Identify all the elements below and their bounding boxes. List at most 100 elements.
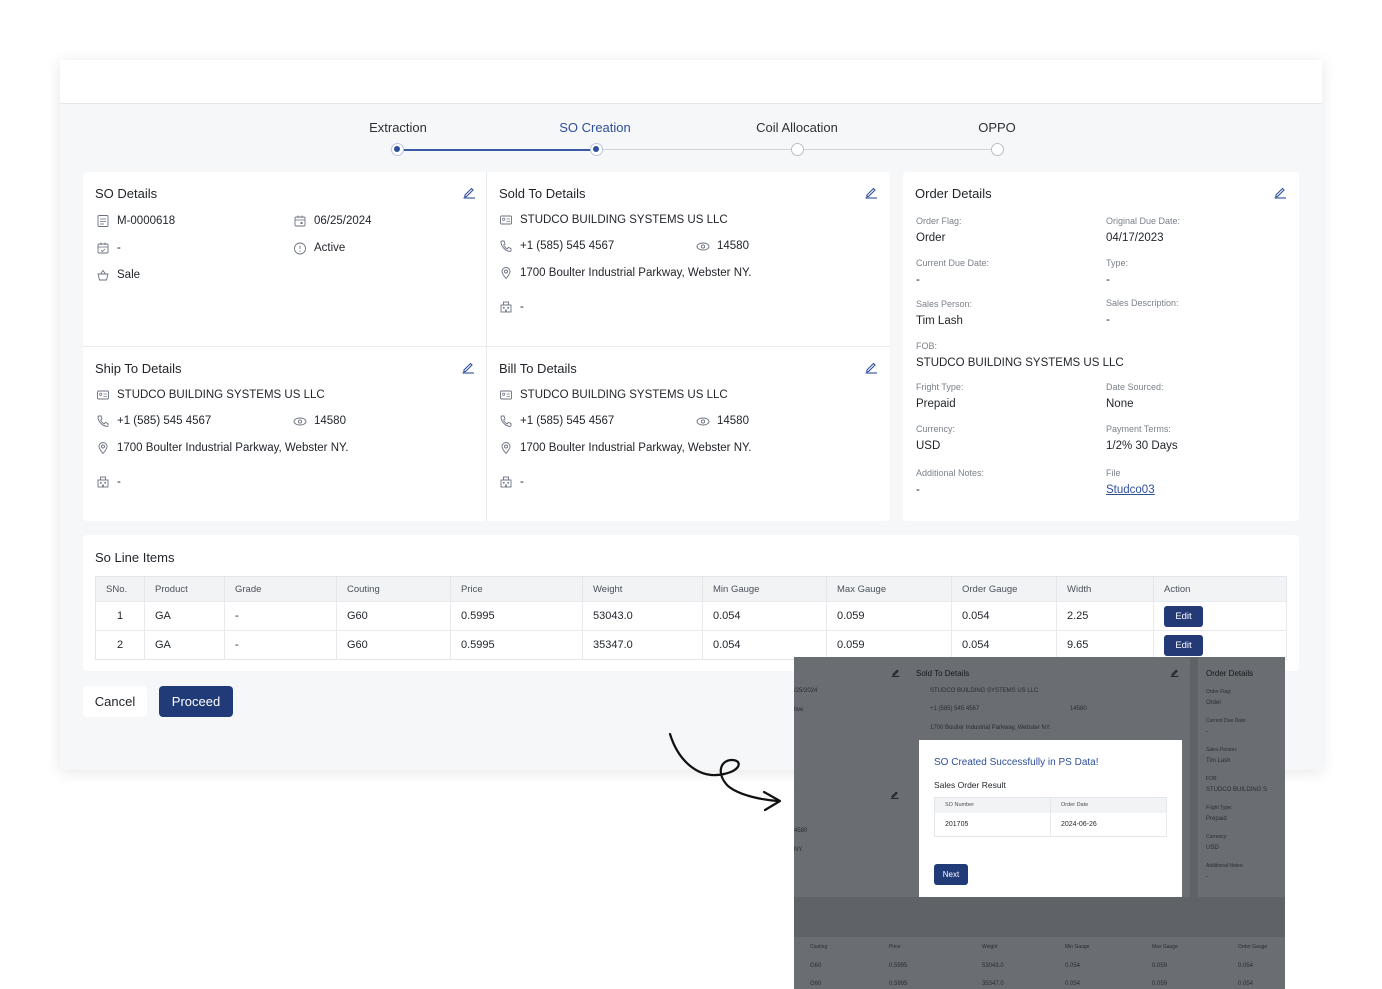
step-extraction-label[interactable]: Extraction xyxy=(318,120,478,135)
eye-icon xyxy=(696,239,710,253)
step-extraction-dot xyxy=(390,143,404,156)
sold-to-title: Sold To Details xyxy=(499,186,586,201)
fob-value: STUDCO BUILDING SYSTEMS US LLC xyxy=(916,357,1124,369)
inset-fright: Prepaid xyxy=(1206,816,1227,822)
sales-person-value: Tim Lash xyxy=(916,315,963,327)
edit-row-button[interactable]: Edit xyxy=(1164,605,1203,627)
column-header: Price xyxy=(450,576,583,602)
phone-icon xyxy=(499,414,513,428)
inset-col: Weight xyxy=(982,944,998,950)
edit-pencil-icon[interactable] xyxy=(864,360,878,374)
cell-weight: 53043.0 xyxy=(582,601,703,631)
edit-pencil-icon[interactable] xyxy=(461,360,475,374)
table-row: 201705 2024-06-26 xyxy=(934,812,1167,837)
ship-to-phone-row: +1 (585) 545 4567 xyxy=(96,414,211,428)
top-bar xyxy=(60,60,1322,104)
modal-title: SO Created Successfully in PS Data! xyxy=(934,757,1099,768)
sold-to-extra: - xyxy=(520,301,524,313)
column-header: SO Number xyxy=(934,797,1051,813)
original-due-value: 04/17/2023 xyxy=(1106,232,1164,244)
edit-row-button[interactable]: Edit xyxy=(1164,634,1203,656)
inset-sold-phone: +1 (585) 545 4567 xyxy=(930,706,980,712)
bill-to-company-row: STUDCO BUILDING SYSTEMS US LLC xyxy=(499,388,728,402)
inset-sold-title: Sold To Details xyxy=(916,669,970,678)
cell-order-gauge: 0.054 xyxy=(951,601,1057,631)
basket-icon xyxy=(96,268,110,282)
column-header: Product xyxy=(144,576,225,602)
sold-to-extra-row: - xyxy=(499,300,524,314)
step-coil-allocation-label[interactable]: Coil Allocation xyxy=(717,120,877,135)
edit-pencil-icon[interactable] xyxy=(1273,185,1287,199)
ship-to-panel: Ship To Details STUDCO BUILDING SYSTEMS … xyxy=(83,347,486,521)
so-number: M-0000618 xyxy=(117,215,176,227)
current-due-label: Current Due Date: xyxy=(916,258,990,268)
inset-cell: 0.054 xyxy=(1238,963,1254,969)
file-label: File xyxy=(1106,468,1121,478)
cell-action: Edit xyxy=(1153,630,1287,660)
so-date-row: 06/25/2024 xyxy=(293,214,372,228)
edit-pencil-icon[interactable] xyxy=(864,185,878,199)
order-flag-label: Order Flag: xyxy=(916,216,962,226)
id-card-icon xyxy=(96,388,110,402)
inset-date: /25/2024 xyxy=(794,688,818,694)
proceed-button[interactable]: Proceed xyxy=(159,686,233,717)
inset-col: Price xyxy=(889,944,901,950)
so-type-row: Sale xyxy=(96,268,140,282)
bill-to-address: 1700 Boulter Industrial Parkway, Webster… xyxy=(520,442,752,454)
column-header: Couting xyxy=(336,576,451,602)
step-oppo-label[interactable]: OPPO xyxy=(917,120,1077,135)
table-row: 1 GA - G60 0.5995 53043.0 0.054 0.059 0.… xyxy=(95,601,1287,631)
ship-to-phone: +1 (585) 545 4567 xyxy=(117,415,212,427)
cell-so-number: 201705 xyxy=(934,812,1051,837)
fright-type-label: Fright Type: xyxy=(916,382,964,392)
cell-order-date: 2024-06-26 xyxy=(1050,812,1167,837)
inset-cell: 35347.0 xyxy=(982,981,1004,987)
column-header: Max Gauge xyxy=(826,576,952,602)
so-status: Active xyxy=(314,242,346,254)
inset-order-flag: Order xyxy=(1206,700,1222,706)
payment-terms-label: Payment Terms: xyxy=(1106,424,1171,434)
column-header: Min Gauge xyxy=(702,576,827,602)
inset-cell: 0.5995 xyxy=(889,981,908,987)
cancel-button[interactable]: Cancel xyxy=(83,686,147,717)
column-header: Width xyxy=(1056,576,1154,602)
inset-sales-person-label: Sales Person: xyxy=(1206,747,1238,753)
inset-fob: STUDCO BUILDING S xyxy=(1206,787,1268,793)
column-header: SNo. xyxy=(95,576,145,602)
cell-coating: G60 xyxy=(336,601,451,631)
inset-fright-label: Fright Type: xyxy=(1206,805,1233,811)
line-items-table: SNo. Product Grade Couting Price Weight … xyxy=(95,576,1287,660)
so-status-row: Active xyxy=(293,241,345,255)
order-details-title: Order Details xyxy=(915,186,992,201)
ship-to-zip: 14580 xyxy=(314,415,346,427)
ship-to-company: STUDCO BUILDING SYSTEMS US LLC xyxy=(117,389,325,401)
type-label: Type: xyxy=(1106,258,1129,268)
cell-sno: 2 xyxy=(95,630,145,660)
edit-pencil-icon[interactable] xyxy=(462,185,476,199)
cell-grade: - xyxy=(224,601,337,631)
bill-to-extra-row: - xyxy=(499,475,524,489)
inset-cell: 0.059 xyxy=(1152,963,1168,969)
cell-max-gauge: 0.059 xyxy=(826,601,952,631)
inset-notes: - xyxy=(1206,874,1208,880)
cell-width: 2.25 xyxy=(1056,601,1154,631)
location-pin-icon xyxy=(499,266,513,280)
so-details-panel: SO Details M-0000618 06/25/2024 - Active… xyxy=(83,172,486,346)
location-pin-icon xyxy=(96,441,110,455)
inset-col: Max Gauge xyxy=(1152,944,1178,950)
document-icon xyxy=(96,214,110,228)
inset-col: Min Gauge xyxy=(1065,944,1090,950)
file-link[interactable]: Studco03 xyxy=(1106,484,1155,496)
cell-weight: 35347.0 xyxy=(582,630,703,660)
next-button[interactable]: Next xyxy=(934,864,968,885)
cell-sno: 1 xyxy=(95,601,145,631)
type-value: - xyxy=(1106,274,1110,286)
inset-col: Order Gauge xyxy=(1238,944,1268,950)
step-so-creation-dot xyxy=(589,143,603,156)
table-header-row: SNo. Product Grade Couting Price Weight … xyxy=(95,576,1287,602)
currency-value: USD xyxy=(916,440,941,452)
sales-order-result-table: SO Number Order Date 201705 2024-06-26 xyxy=(934,797,1167,837)
step-so-creation-label[interactable]: SO Creation xyxy=(515,120,675,135)
phone-icon xyxy=(499,239,513,253)
table-row: 2 GA - G60 0.5995 35347.0 0.054 0.059 0.… xyxy=(95,630,1287,660)
